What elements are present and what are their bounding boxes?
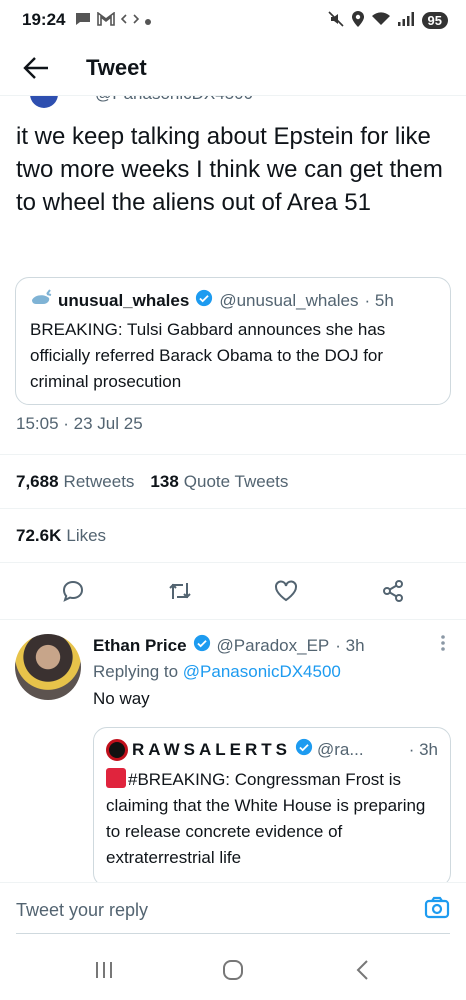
reply-button[interactable] <box>53 571 93 611</box>
share-icon <box>382 580 403 602</box>
whale-emoji-icon <box>30 288 52 313</box>
wifi-icon <box>371 11 390 29</box>
nested-text: #BREAKING: Congressman Frost is claiming… <box>106 770 426 867</box>
replying-to-link[interactable]: @PanasonicDX4500 <box>183 662 341 681</box>
retweets-count[interactable]: 7,688 <box>16 472 59 492</box>
camera-icon[interactable] <box>424 896 450 925</box>
verified-badge-icon <box>193 634 211 657</box>
retweet-button[interactable] <box>160 571 200 611</box>
system-nav-bar <box>0 940 466 1000</box>
status-time: 19:24 <box>22 10 66 29</box>
back-button[interactable] <box>0 40 72 96</box>
author-row-clipped: @PanasonicDX4500 <box>0 96 466 108</box>
share-button[interactable] <box>373 571 413 611</box>
replying-prefix: Replying to <box>93 662 179 681</box>
reply-author-name: Ethan Price <box>93 635 187 655</box>
quoted-author-handle: @unusual_whales <box>219 290 359 310</box>
recents-icon <box>96 962 113 978</box>
page-title: Tweet <box>86 54 147 80</box>
quoted-time: · 5h <box>364 290 394 310</box>
likes-count[interactable]: 72.6K <box>16 526 61 546</box>
quoted-author-name: unusual_whales <box>58 290 190 310</box>
nested-author-name: RAWSALERTS <box>132 739 291 759</box>
battery-indicator: 95 <box>421 11 448 29</box>
reply-input[interactable] <box>16 900 424 921</box>
quoted-text: BREAKING: Tulsi Gabbard announces she ha… <box>30 320 386 391</box>
nested-time: · 3h <box>408 739 438 759</box>
tweet-text: it we keep talking about Epstein for lik… <box>16 123 443 216</box>
dot-notification-icon <box>145 12 152 28</box>
chat-notification-icon <box>75 12 91 29</box>
quoted-tweet-card[interactable]: unusual_whales @unusual_whales · 5h BREA… <box>15 277 451 405</box>
verified-badge-icon <box>195 289 213 312</box>
quotes-count[interactable]: 138 <box>150 472 178 492</box>
rawsalerts-logo-icon <box>106 738 128 761</box>
author-handle[interactable]: @PanasonicDX4500 <box>95 96 253 104</box>
likes-stats-row: 72.6K Likes <box>0 508 466 562</box>
reply-time: · 3h <box>335 635 365 655</box>
comment-icon <box>63 580 84 602</box>
reply-tweet[interactable]: Ethan Price @Paradox_EP · 3h Replying to… <box>0 620 466 887</box>
code-notification-icon <box>121 12 140 29</box>
nested-quoted-tweet-card[interactable]: RAWSALERTS @ra... · 3h #BREAKING: Congre… <box>93 727 451 887</box>
status-bar: 19:24 95 <box>0 0 466 40</box>
chevron-left-icon <box>356 960 368 980</box>
nested-author-handle: @ra... <box>317 739 364 759</box>
reply-text: No way <box>93 689 150 708</box>
like-button[interactable] <box>266 571 306 611</box>
quotes-label[interactable]: Quote Tweets <box>184 472 289 492</box>
home-icon <box>222 960 243 980</box>
composer-underline <box>16 933 450 934</box>
mute-icon <box>327 10 344 30</box>
retweets-label[interactable]: Retweets <box>64 472 135 492</box>
home-button[interactable] <box>208 950 258 990</box>
siren-emoji-icon <box>106 768 126 788</box>
tweet-actions <box>0 562 466 620</box>
more-options-icon[interactable] <box>440 634 446 652</box>
signal-icon <box>397 11 414 29</box>
retweet-icon <box>169 583 191 599</box>
replying-to-line: Replying to @PanasonicDX4500 <box>93 662 341 682</box>
verified-badge-icon <box>295 738 313 761</box>
retweet-stats-row: 7,688 Retweets 138 Quote Tweets <box>0 454 466 508</box>
gmail-notification-icon <box>97 10 116 29</box>
recents-button[interactable] <box>79 950 129 990</box>
app-header: Tweet <box>0 40 466 96</box>
likes-label[interactable]: Likes <box>66 526 106 546</box>
system-back-button[interactable] <box>337 950 387 990</box>
arrow-left-icon <box>23 56 48 79</box>
heart-icon <box>275 580 298 602</box>
avatar[interactable] <box>15 634 81 700</box>
author-avatar[interactable] <box>30 96 58 108</box>
tweet-timestamp: 15:05 · 23 Jul 25 <box>16 414 143 433</box>
location-icon <box>351 10 364 30</box>
reply-composer <box>0 882 466 938</box>
reply-author-handle: @Paradox_EP <box>216 635 330 655</box>
